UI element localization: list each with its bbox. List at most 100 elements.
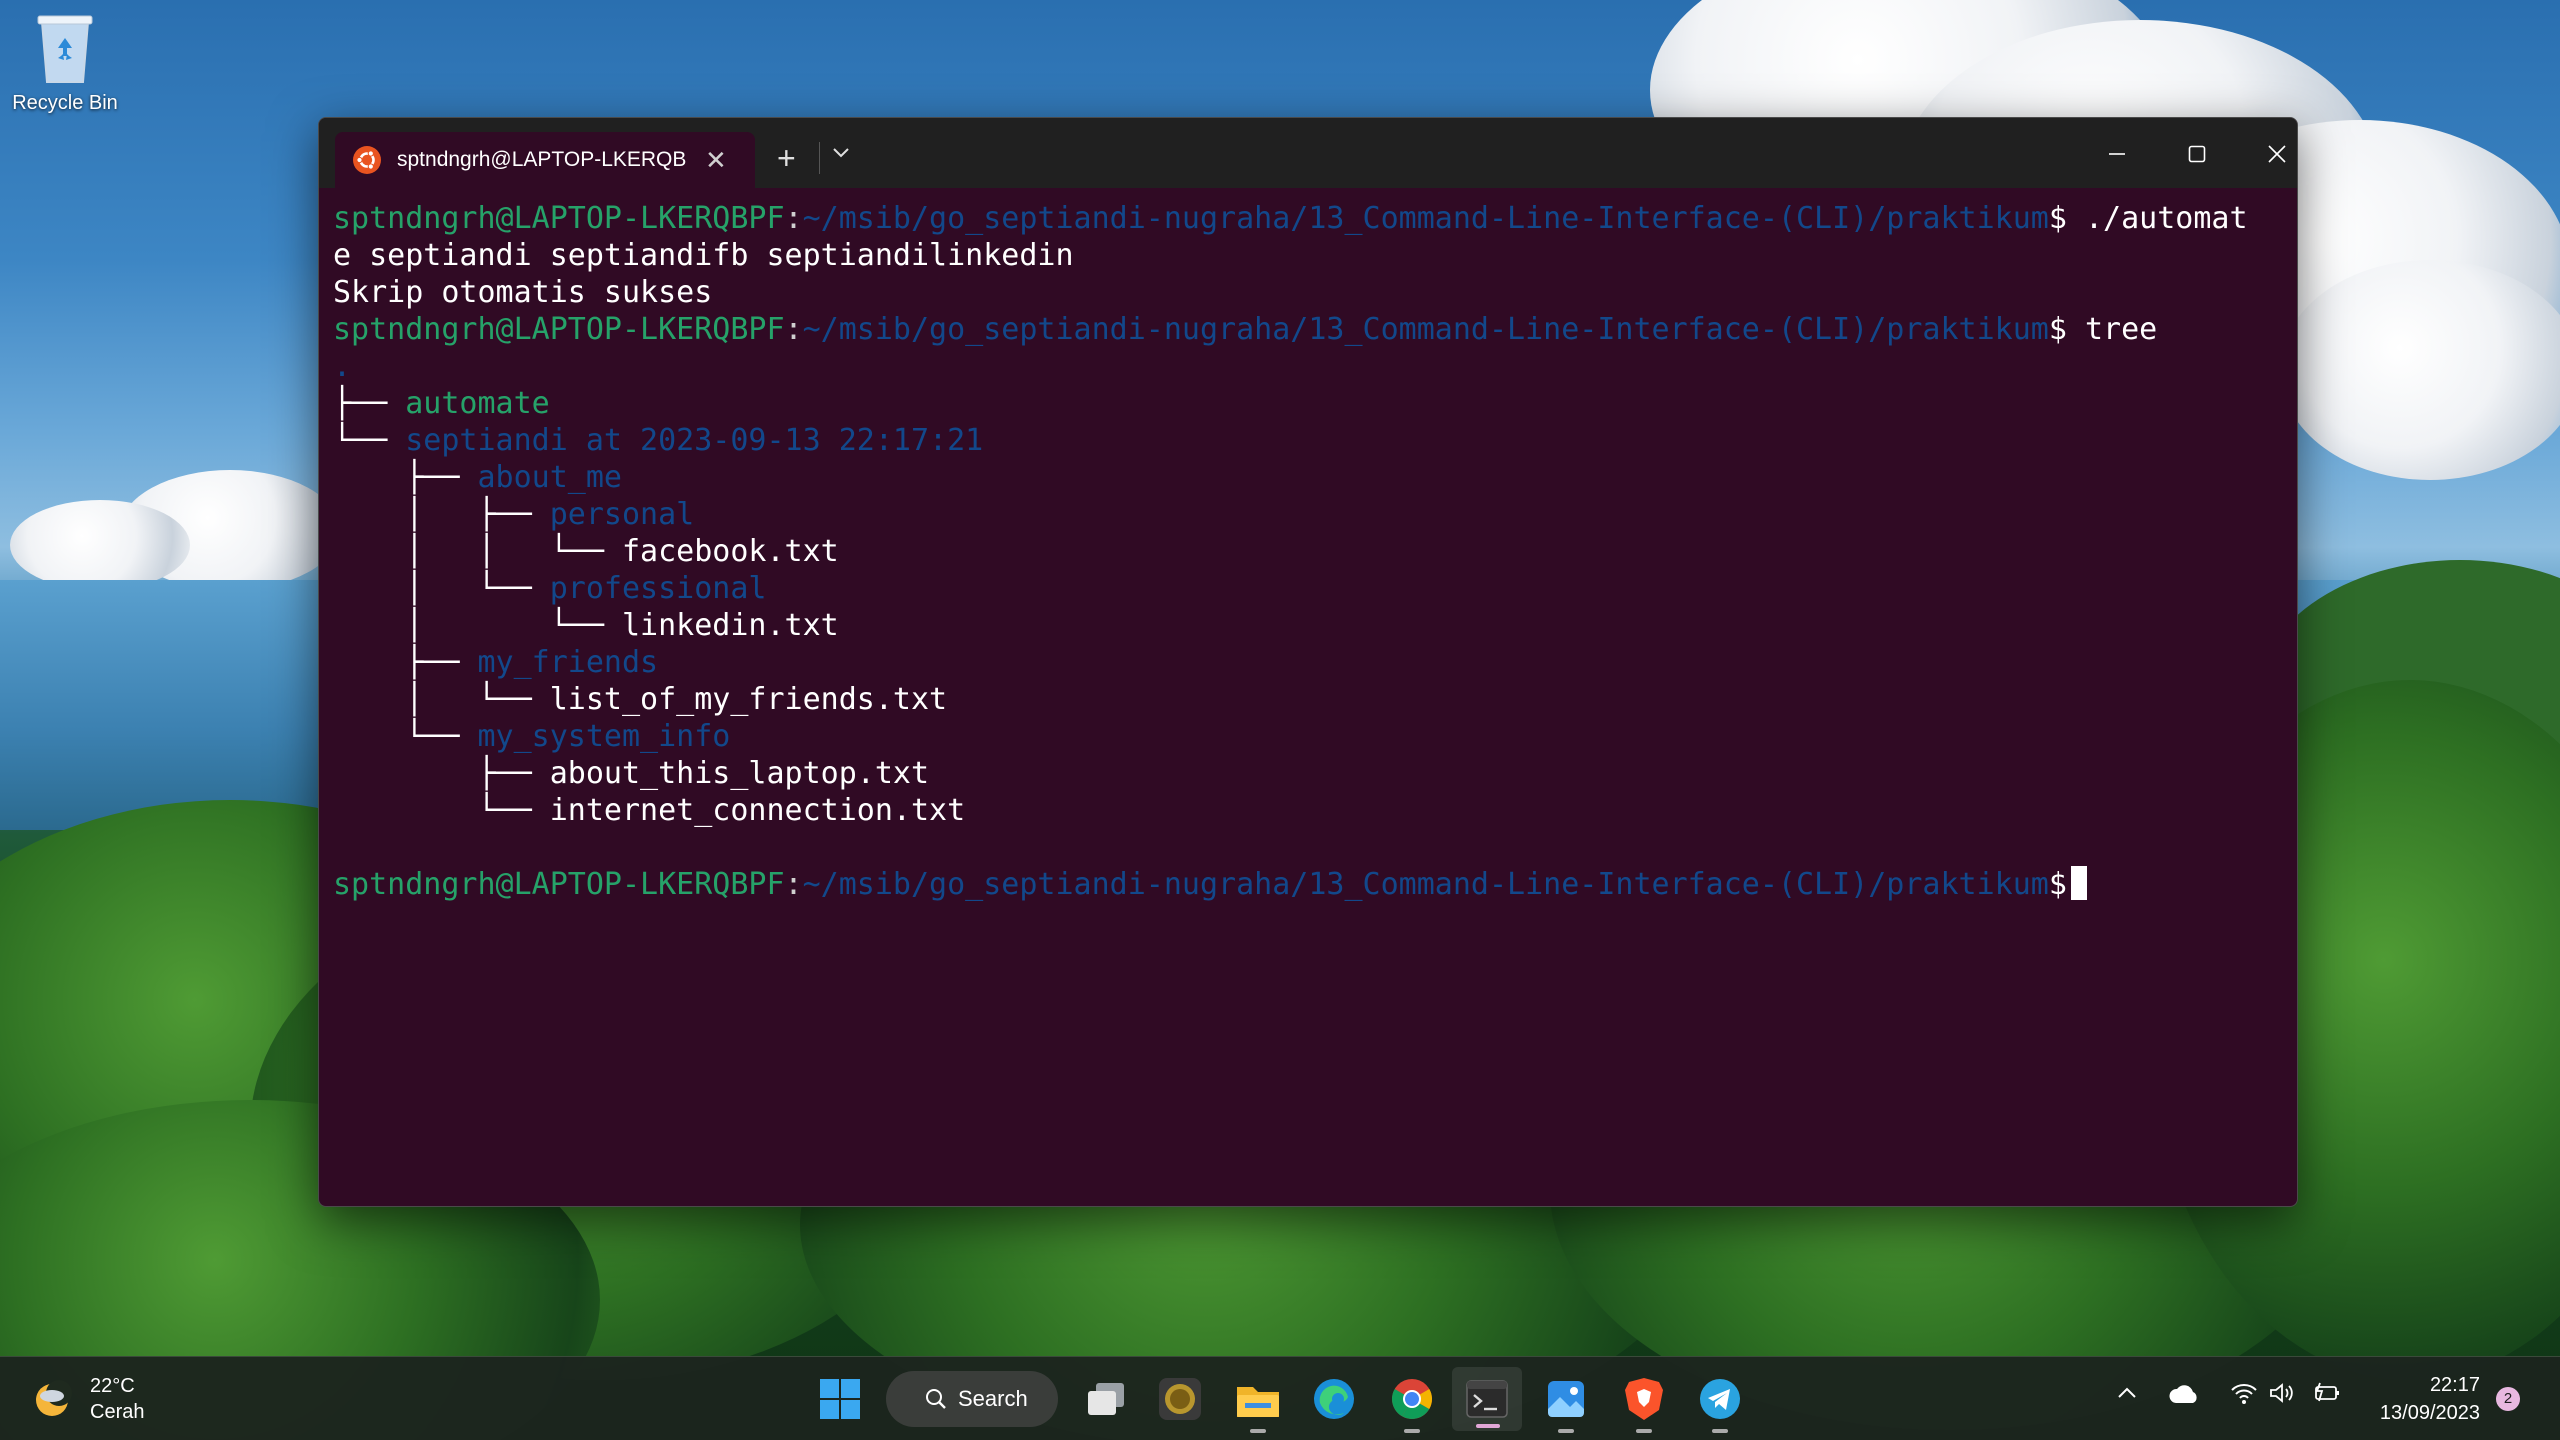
tree-directory: septiandi at 2023-09-13 22:17:21: [405, 423, 984, 458]
notification-badge[interactable]: 2: [2496, 1387, 2520, 1411]
output-text: Skrip otomatis sukses: [333, 275, 713, 310]
taskbar-app-terminal[interactable]: [1452, 1367, 1522, 1431]
terminal-line: Skrip otomatis sukses: [333, 274, 2277, 311]
search-icon: [926, 1389, 946, 1409]
terminal-line: e septiandi septiandifb septiandilinkedi…: [333, 237, 2277, 274]
terminal-app-icon: [1466, 1380, 1508, 1418]
taskbar-app-photos[interactable]: [1540, 1373, 1592, 1433]
minimize-button[interactable]: [2087, 136, 2147, 172]
close-button[interactable]: [2247, 136, 2297, 172]
volume-tray[interactable]: [2268, 1381, 2296, 1410]
show-hidden-icons-button[interactable]: [2116, 1385, 2138, 1406]
taskbar-app-telegram[interactable]: [1694, 1373, 1746, 1433]
tree-branch: └──: [333, 719, 478, 754]
coin-app-icon: [1159, 1378, 1201, 1420]
tree-branch: │ └──: [333, 571, 550, 606]
tree-branch: └──: [333, 793, 550, 828]
tree-line: │ └── professional: [333, 570, 2277, 607]
tree-branch: │ ├──: [333, 497, 550, 532]
taskbar-app-edge[interactable]: [1308, 1373, 1360, 1425]
terminal-window[interactable]: sptndngrh@LAPTOP-LKERQBPF: ~ ✕ + sptndng…: [318, 117, 2298, 1207]
tree-line: │ └── list_of_my_friends.txt: [333, 681, 2277, 718]
prompt-dollar: $: [2048, 201, 2067, 236]
folder-icon: [1237, 1387, 1279, 1417]
tree-line: .: [333, 348, 2277, 385]
chevron-down-icon: [833, 148, 849, 158]
weather-temperature: 22°C: [90, 1375, 135, 1397]
prompt-dollar: $: [2048, 312, 2067, 347]
prompt-user: sptndngrh@LAPTOP-LKERQBPF: [333, 867, 785, 902]
text-cursor: [2070, 866, 2087, 900]
tree-line: └── my_system_info: [333, 718, 2277, 755]
tree-branch: │ └──: [333, 608, 622, 643]
clock-time: 22:17: [2429, 1374, 2480, 1396]
tree-branch: ├──: [333, 645, 478, 680]
taskbar: 22°C Cerah Search 22:17 13/09/2023 2: [0, 1356, 2560, 1440]
tree-branch: ├──: [333, 386, 406, 421]
prompt-path: ~/msib/go_septiandi-nugraha/13_Command-L…: [802, 201, 2049, 236]
clock-date: 13/09/2023: [2379, 1402, 2480, 1424]
prompt-user: sptndngrh@LAPTOP-LKERQBPF: [333, 312, 785, 347]
recycle-bin-icon: [37, 15, 93, 83]
battery-tray[interactable]: [2312, 1381, 2342, 1410]
tree-file: internet_connection.txt: [549, 793, 966, 828]
tab-dropdown-button[interactable]: [831, 146, 851, 165]
tree-line: ├── automate: [333, 385, 2277, 422]
network-tray[interactable]: [2230, 1381, 2258, 1410]
photos-app-icon: [1548, 1381, 1584, 1417]
battery-charging-icon: [2315, 1382, 2339, 1402]
tree-directory: about_me: [477, 460, 623, 495]
tree-line: └── internet_connection.txt: [333, 792, 2277, 829]
maximize-icon: [2188, 145, 2206, 163]
chevron-up-icon: [2118, 1387, 2136, 1398]
speaker-icon: [2270, 1383, 2293, 1403]
tree-branch: └──: [333, 423, 406, 458]
weather-widget[interactable]: 22°C Cerah: [30, 1373, 144, 1425]
tree-line: ├── my_friends: [333, 644, 2277, 681]
maximize-button[interactable]: [2167, 136, 2227, 172]
prompt-user: sptndngrh@LAPTOP-LKERQBPF: [333, 201, 785, 236]
weather-condition: Cerah: [90, 1401, 145, 1423]
recycle-bin-shortcut[interactable]: Recycle Bin: [10, 8, 120, 115]
windows-logo-icon: [820, 1379, 860, 1419]
ubuntu-icon: [353, 146, 381, 174]
tree-line: │ ├── personal: [333, 496, 2277, 533]
tree-line: │ └── linkedin.txt: [333, 607, 2277, 644]
terminal-line: sptndngrh@LAPTOP-LKERQBPF:~/msib/go_sept…: [333, 311, 2277, 348]
terminal-tab[interactable]: sptndngrh@LAPTOP-LKERQBPF: ~ ✕: [335, 132, 755, 188]
tab-close-icon[interactable]: ✕: [705, 147, 727, 173]
close-icon: [2268, 145, 2286, 163]
task-view-button[interactable]: [1080, 1373, 1132, 1425]
new-tab-button[interactable]: +: [777, 142, 796, 174]
tab-title: sptndngrh@LAPTOP-LKERQBPF: ~: [397, 148, 687, 171]
terminal-line: sptndngrh@LAPTOP-LKERQBPF:~/msib/go_sept…: [333, 866, 2277, 903]
tree-file: automate: [405, 386, 550, 421]
terminal-line: sptndngrh@LAPTOP-LKERQBPF:~/msib/go_sept…: [333, 200, 2277, 237]
prompt-dollar: $: [2048, 867, 2067, 902]
start-button[interactable]: [818, 1377, 862, 1426]
onedrive-tray[interactable]: [2168, 1383, 2200, 1410]
tree-file: linkedin.txt: [621, 608, 839, 643]
taskbar-app-chrome[interactable]: [1386, 1373, 1438, 1433]
tree-file: facebook.txt: [621, 534, 839, 569]
weather-moon-icon: [36, 1380, 72, 1416]
taskbar-app-brave[interactable]: [1618, 1373, 1670, 1433]
terminal-output[interactable]: sptndngrh@LAPTOP-LKERQBPF: ~/msib/go_sept…: [333, 200, 2277, 1206]
title-bar[interactable]: sptndngrh@LAPTOP-LKERQBPF: ~ ✕ +: [319, 118, 2297, 188]
chrome-browser-icon: [1392, 1379, 1432, 1419]
taskbar-app-file-explorer[interactable]: [1232, 1373, 1284, 1433]
tree-directory: my_system_info: [477, 719, 731, 754]
cloud-icon: [2169, 1385, 2197, 1403]
telegram-icon: [1700, 1379, 1740, 1419]
tab-separator: [819, 142, 820, 174]
tree-line: ├── about_me: [333, 459, 2277, 496]
taskbar-search[interactable]: Search: [886, 1371, 1058, 1427]
taskbar-app-coin[interactable]: [1154, 1373, 1206, 1425]
tree-line: ├── about_this_laptop.txt: [333, 755, 2277, 792]
system-clock[interactable]: 22:17 13/09/2023: [2360, 1371, 2480, 1427]
tree-branch: │ │ └──: [333, 534, 622, 569]
minimize-icon: [2109, 153, 2125, 155]
tree-directory: professional: [549, 571, 767, 606]
prompt-colon: :: [784, 312, 803, 347]
